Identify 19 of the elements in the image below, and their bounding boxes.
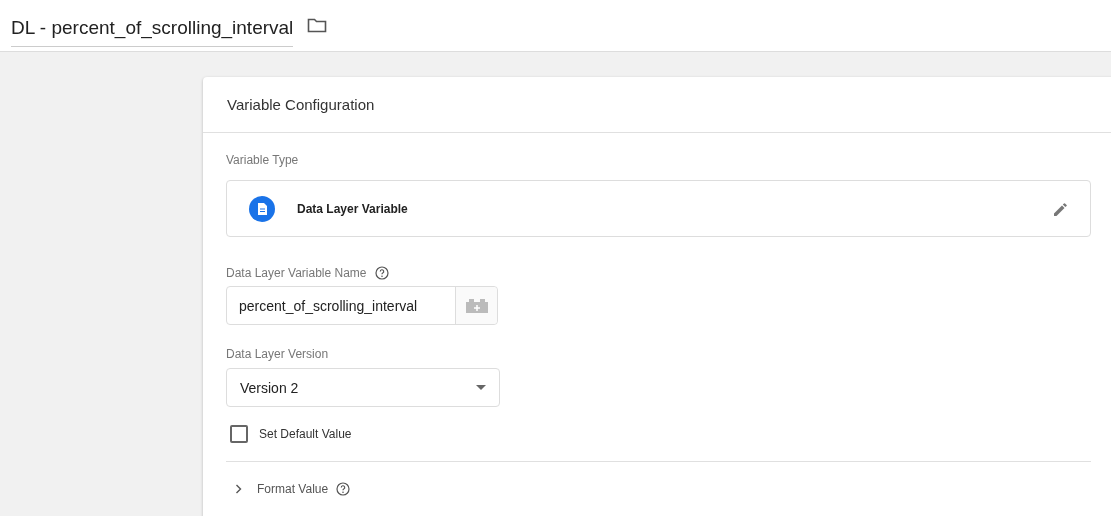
checkbox-label: Set Default Value [259, 427, 352, 441]
help-icon[interactable] [336, 482, 351, 496]
card-title: Variable Configuration [227, 96, 375, 113]
field-label: Data Layer Version [226, 347, 330, 361]
variable-type-selector[interactable]: Data Layer Variable [226, 180, 1091, 237]
chevron-icon[interactable] [235, 484, 243, 494]
brick-icon [465, 298, 488, 313]
document-icon [249, 195, 275, 222]
checkbox[interactable] [230, 425, 248, 443]
help-icon[interactable] [374, 266, 389, 280]
section-toggle[interactable]: Format Value [257, 482, 329, 496]
field-label: Variable Type [226, 153, 300, 167]
folder-icon[interactable] [307, 16, 328, 33]
variable-title[interactable]: DL - percent_of_scrolling_interval [11, 10, 294, 47]
variable-type-name: Data Layer Variable [297, 201, 409, 216]
caret-icon [476, 385, 486, 390]
field-label: Data Layer Variable Name [226, 266, 367, 280]
version-dropdown[interactable]: Version 2 [226, 368, 500, 407]
variable-name-field[interactable]: percent_of_scrolling_interval [226, 286, 498, 325]
